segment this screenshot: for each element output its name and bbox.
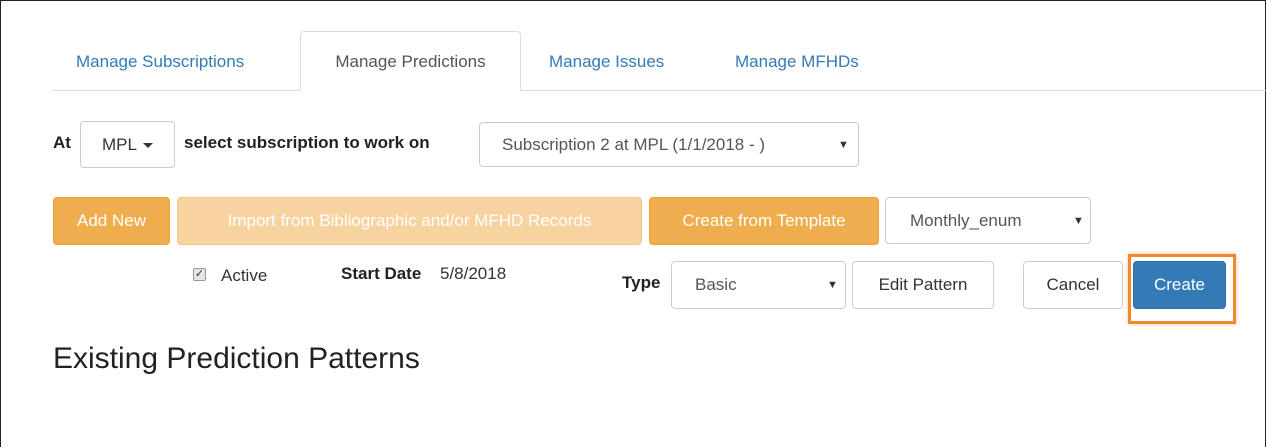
tab-manage-subscriptions[interactable]: Manage Subscriptions: [76, 50, 244, 74]
checkmark-icon: ✓: [194, 268, 205, 280]
edit-pattern-button[interactable]: Edit Pattern: [852, 261, 994, 309]
select-subscription-label: select subscription to work on: [184, 133, 430, 152]
type-select-value: Basic: [695, 275, 737, 294]
cancel-button[interactable]: Cancel: [1023, 261, 1123, 309]
caret-down-icon: ▼: [838, 138, 849, 151]
caret-down-icon: ▼: [827, 279, 838, 291]
library-dropdown[interactable]: MPL: [80, 121, 175, 168]
tab-bar-divider: [52, 90, 1266, 91]
type-select[interactable]: Basic ▼: [671, 261, 846, 309]
active-checkbox[interactable]: ✓: [193, 268, 206, 281]
existing-prediction-patterns-heading: Existing Prediction Patterns: [53, 342, 420, 375]
library-dropdown-value: MPL: [102, 135, 137, 154]
create-button-highlight: [1128, 254, 1236, 324]
start-date-value: 5/8/2018: [440, 264, 507, 283]
active-label: Active: [221, 266, 268, 285]
tab-manage-predictions[interactable]: Manage Predictions: [300, 31, 521, 91]
tab-manage-issues[interactable]: Manage Issues: [549, 50, 664, 74]
template-select-value: Monthly_enum: [910, 210, 1022, 230]
caret-down-icon: ▼: [1073, 214, 1084, 227]
type-label: Type: [622, 273, 661, 292]
tab-manage-mfhds[interactable]: Manage MFHDs: [735, 50, 859, 74]
template-select[interactable]: Monthly_enum ▼: [885, 197, 1091, 244]
subscription-select-value: Subscription 2 at MPL (1/1/2018 - ): [502, 134, 766, 154]
add-new-button[interactable]: Add New: [53, 197, 170, 245]
subscription-select[interactable]: Subscription 2 at MPL (1/1/2018 - ) ▼: [479, 122, 859, 167]
import-from-records-button[interactable]: Import from Bibliographic and/or MFHD Re…: [177, 197, 642, 245]
create-from-template-button[interactable]: Create from Template: [649, 197, 879, 245]
caret-down-icon: [142, 143, 153, 149]
at-label: At: [53, 133, 71, 152]
start-date-label: Start Date: [341, 264, 422, 283]
